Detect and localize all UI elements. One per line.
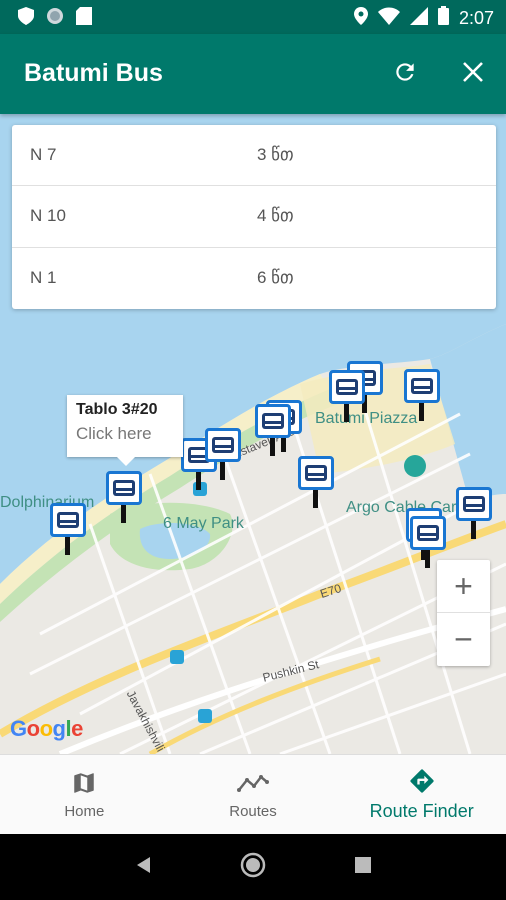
map-icon xyxy=(71,769,97,797)
location-icon xyxy=(353,6,368,30)
nav-home[interactable]: Home xyxy=(0,755,169,834)
route-number: N 7 xyxy=(30,145,57,165)
refresh-button[interactable] xyxy=(387,56,423,92)
status-time: 2:07 xyxy=(458,7,494,28)
app-title: Batumi Bus xyxy=(24,59,163,87)
route-number: N 1 xyxy=(30,268,57,288)
arrivals-list: N 7 3 წთ N 10 4 წთ N 1 6 წთ xyxy=(12,125,496,309)
bus-stop-marker[interactable] xyxy=(255,404,293,456)
bus-icon xyxy=(212,437,234,453)
info-window-title: Tablo 3#20 xyxy=(76,401,158,418)
label-6-may-park: 6 May Park xyxy=(163,515,244,532)
zoom-controls: + − xyxy=(437,560,490,666)
bus-icon xyxy=(57,512,79,528)
nav-routes-label: Routes xyxy=(229,803,277,820)
directions-icon xyxy=(408,767,436,795)
signal-icon xyxy=(409,6,428,30)
bus-stop-marker[interactable] xyxy=(404,369,442,421)
bus-stop-marker[interactable] xyxy=(205,428,243,480)
close-button[interactable] xyxy=(455,56,491,92)
list-item[interactable]: N 10 4 წთ xyxy=(12,186,496,248)
nav-route-finder-label: Route Finder xyxy=(369,801,474,821)
status-bar: 2:07 xyxy=(0,0,506,34)
google-logo: Google xyxy=(10,716,83,741)
marker-info-window[interactable]: Tablo 3#20 Click here xyxy=(67,395,183,466)
recents-icon[interactable] xyxy=(354,856,372,879)
zoom-out-button[interactable]: − xyxy=(437,613,490,666)
sd-card-icon xyxy=(76,7,92,30)
bus-stop-marker[interactable] xyxy=(106,471,144,523)
nav-route-finder[interactable]: Route Finder xyxy=(337,755,506,834)
bus-icon xyxy=(336,379,358,395)
close-icon xyxy=(462,61,484,88)
routes-icon xyxy=(237,769,269,797)
arrival-time: 4 წთ xyxy=(257,206,294,226)
bus-stop-marker[interactable] xyxy=(456,487,494,539)
nav-routes[interactable]: Routes xyxy=(169,755,338,834)
bus-icon xyxy=(305,465,327,481)
battery-icon xyxy=(437,6,449,30)
bottom-navigation: Home Routes Route Finder xyxy=(0,754,506,834)
refresh-icon xyxy=(392,59,418,90)
zoom-in-button[interactable]: + xyxy=(437,560,490,613)
bus-stop-marker[interactable] xyxy=(329,370,367,422)
nav-home-label: Home xyxy=(64,803,105,820)
shield-icon xyxy=(18,7,34,30)
bus-stop-marker[interactable] xyxy=(298,456,336,508)
bus-icon xyxy=(113,480,135,496)
bus-icon xyxy=(411,378,433,394)
list-item[interactable]: N 1 6 წთ xyxy=(12,248,496,309)
bus-icon xyxy=(417,525,439,541)
bus-icon xyxy=(262,413,284,429)
info-window-subtitle: Click here xyxy=(76,424,152,443)
bus-icon xyxy=(463,496,485,512)
arrival-time: 3 წთ xyxy=(257,145,294,165)
app-bar: Batumi Bus xyxy=(0,34,506,114)
list-item[interactable]: N 7 3 წთ xyxy=(12,125,496,187)
system-navigation-bar xyxy=(0,834,506,900)
route-number: N 10 xyxy=(30,206,66,226)
home-icon[interactable] xyxy=(239,851,267,884)
bus-stop-marker[interactable] xyxy=(50,503,88,555)
wifi-icon xyxy=(377,7,400,30)
back-icon[interactable] xyxy=(134,855,152,880)
arrival-time: 6 წთ xyxy=(257,268,294,288)
circle-icon xyxy=(46,7,64,30)
